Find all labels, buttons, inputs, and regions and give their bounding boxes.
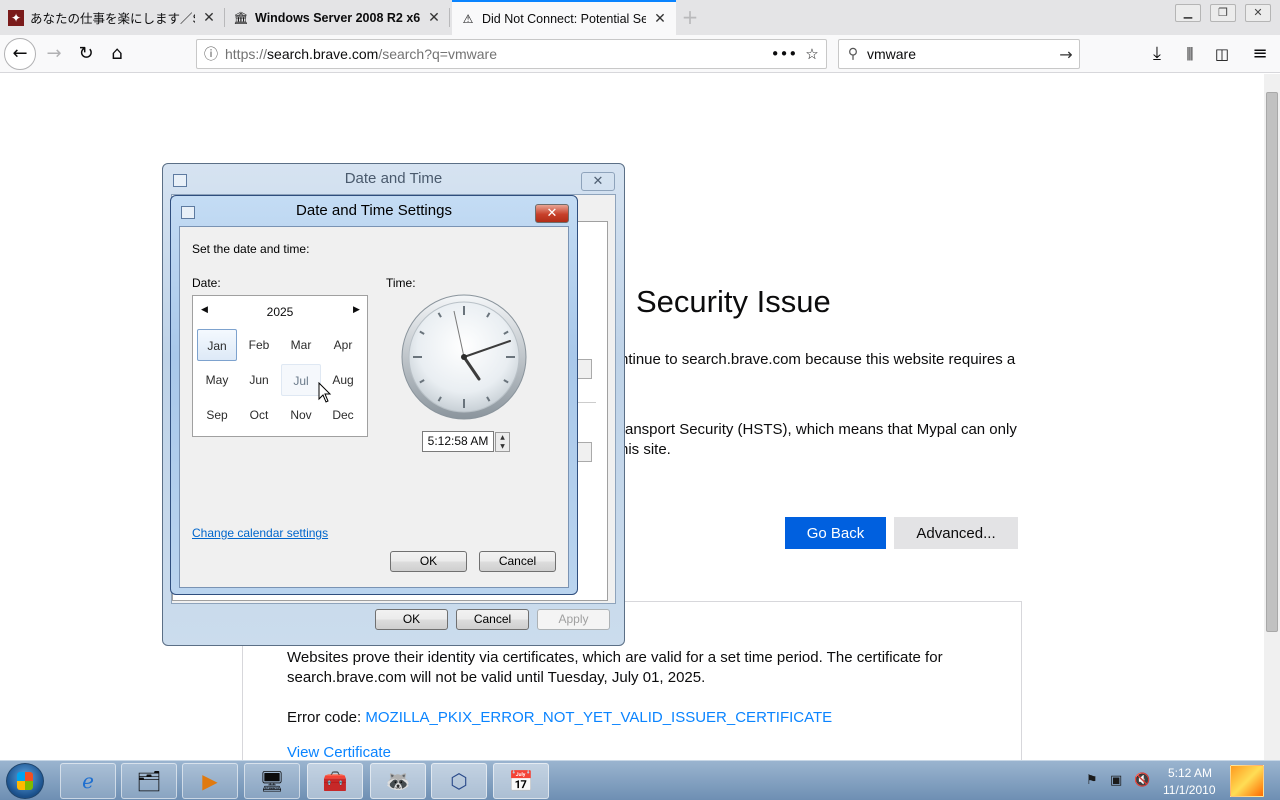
windows-explorer-icon[interactable]: 🗂 (121, 763, 177, 799)
certificate-explanation-line1: Websites prove their identity via certif… (287, 649, 943, 666)
server-manager-icon[interactable]: 🖥 (244, 763, 300, 799)
windows-logo-icon (17, 772, 33, 790)
close-icon[interactable]: ✕ (426, 10, 442, 26)
tab-japanese-site[interactable]: ✦ あなたの仕事を楽にします／S ✕ (0, 0, 225, 35)
bookmark-star-icon[interactable]: ☆ (798, 45, 826, 63)
archive-favicon-icon: 🏛 (233, 10, 249, 25)
error-code-link[interactable]: MOZILLA_PKIX_ERROR_NOT_YET_VALID_ISSUER_… (365, 709, 832, 726)
instruction-text: Set the date and time: (192, 242, 310, 256)
error-code-line: Error code: MOZILLA_PKIX_ERROR_NOT_YET_V… (287, 708, 832, 728)
close-icon[interactable]: ✕ (652, 11, 668, 27)
search-go-icon[interactable]: → (1053, 45, 1079, 64)
reload-icon[interactable]: ↻ (72, 40, 100, 68)
month-jul[interactable]: Jul (281, 364, 321, 396)
start-button[interactable] (6, 763, 44, 799)
month-nov[interactable]: Nov (281, 399, 321, 431)
raccoon-app-icon[interactable]: 🦝 (370, 763, 426, 799)
month-jan[interactable]: Jan (197, 329, 237, 361)
tab-title: Windows Server 2008 R2 x64.iso (255, 10, 420, 25)
network-icon[interactable]: ▣ (1110, 773, 1122, 788)
minimize-icon[interactable]: ▁ (1175, 4, 1201, 22)
outer-ok-button[interactable]: OK (375, 609, 448, 630)
url-bar[interactable]: ⓘ https://search.brave.com/search?q=vmwa… (196, 39, 827, 69)
close-icon[interactable]: ✕ (581, 172, 615, 191)
restore-icon[interactable]: ❐ (1210, 4, 1236, 22)
search-bar[interactable]: ⚲ vmware → (838, 39, 1080, 69)
month-sep[interactable]: Sep (197, 399, 237, 431)
close-icon[interactable]: ✕ (535, 204, 569, 223)
new-tab-icon[interactable]: + (678, 5, 702, 29)
month-may[interactable]: May (197, 364, 237, 396)
menu-icon[interactable]: ≡ (1246, 40, 1274, 68)
home-icon[interactable]: ⌂ (103, 40, 131, 68)
tab-did-not-connect[interactable]: ⚠ Did Not Connect: Potential Sec ✕ (452, 0, 676, 35)
month-oct[interactable]: Oct (239, 399, 279, 431)
date-label: Date: (192, 276, 221, 290)
analog-clock-icon (401, 294, 527, 420)
calendar-year[interactable]: 2025 (193, 305, 367, 319)
certificate-explanation-line2: search.brave.com will not be valid until… (287, 669, 706, 686)
tab-strip: ✦ あなたの仕事を楽にします／S ✕ 🏛 Windows Server 2008… (0, 0, 1280, 35)
outer-cancel-button[interactable]: Cancel (456, 609, 529, 630)
forward-icon[interactable]: → (40, 40, 68, 68)
hidden-button-edge (576, 442, 592, 462)
window-close-icon[interactable]: ✕ (1245, 4, 1271, 22)
info-icon[interactable]: ⓘ (197, 44, 225, 64)
toolbox-icon[interactable]: 🧰 (307, 763, 363, 799)
cancel-button[interactable]: Cancel (479, 551, 556, 572)
page-actions-icon[interactable]: ••• (770, 45, 798, 63)
go-back-button[interactable]: Go Back (785, 517, 886, 549)
month-mar[interactable]: Mar (281, 329, 321, 361)
dialog-title: Date and Time Settings (296, 202, 452, 219)
search-icon: ⚲ (847, 46, 859, 62)
warning-icon: ⚠ (462, 11, 474, 26)
show-desktop-button[interactable] (1230, 765, 1264, 797)
advanced-button[interactable]: Advanced... (894, 517, 1018, 549)
time-spinner[interactable]: ▲ ▼ (495, 432, 510, 452)
scrollbar-thumb[interactable] (1266, 92, 1278, 632)
library-icon[interactable]: ⫼ (1176, 40, 1204, 68)
month-feb[interactable]: Feb (239, 329, 279, 361)
search-input[interactable]: vmware (867, 46, 1053, 62)
apply-button[interactable]: Apply (537, 609, 610, 630)
month-jun[interactable]: Jun (239, 364, 279, 396)
downloads-icon[interactable]: ⤓ (1143, 40, 1171, 68)
taskbar: ℯ 🗂 ▶ 🖥 🧰 🦝 ⬡ 📅 ⚑ ▣ 🔇 5:12 AM 11/1/2010 (0, 760, 1280, 800)
tab-title: Did Not Connect: Potential Sec (482, 11, 646, 26)
internet-explorer-icon[interactable]: ℯ (60, 763, 116, 799)
error-code-label: Error code: (287, 709, 366, 726)
url-text[interactable]: https://search.brave.com/search?q=vmware (225, 46, 770, 62)
change-calendar-settings-link[interactable]: Change calendar settings (192, 526, 328, 540)
media-player-icon[interactable]: ▶ (182, 763, 238, 799)
ok-button[interactable]: OK (390, 551, 467, 572)
taskbar-clock-time[interactable]: 5:12 AM (1168, 766, 1212, 780)
close-icon[interactable]: ✕ (201, 10, 217, 26)
time-input[interactable]: 5:12:58 AM (422, 431, 494, 452)
tab-windows-iso[interactable]: 🏛 Windows Server 2008 R2 x64.iso ✕ (225, 0, 450, 35)
date-time-icon[interactable]: 📅 (493, 763, 549, 799)
dialog-title: Date and Time (344, 170, 443, 187)
divider (576, 402, 596, 403)
time-label: Time: (386, 276, 416, 290)
hidden-button-edge (576, 359, 592, 379)
hsts-description-line2: his site. (620, 441, 671, 458)
virtualbox-icon[interactable]: ⬡ (431, 763, 487, 799)
calendar-month-view[interactable]: ◀ 2025 ▶ Jan Feb Mar Apr May Jun Jul Aug… (192, 295, 368, 437)
mouse-cursor-icon (318, 382, 332, 403)
back-icon[interactable]: ← (4, 38, 36, 70)
bird-favicon-icon: ✦ (8, 9, 24, 26)
hsts-description-line1: ransport Security (HSTS), which means th… (620, 421, 1017, 438)
scrollbar[interactable] (1264, 74, 1280, 760)
taskbar-clock-date[interactable]: 11/1/2010 (1163, 783, 1216, 797)
next-year-icon[interactable]: ▶ (353, 305, 360, 315)
volume-muted-icon[interactable]: 🔇 (1134, 773, 1150, 788)
page-title: Security Issue (636, 284, 831, 319)
tab-title: あなたの仕事を楽にします／S (30, 12, 195, 26)
month-apr[interactable]: Apr (323, 329, 363, 361)
action-center-flag-icon[interactable]: ⚑ (1086, 773, 1098, 788)
sidebar-icon[interactable]: ◫ (1208, 40, 1236, 68)
navigation-toolbar: ← → ↻ ⌂ ⓘ https://search.brave.com/searc… (0, 35, 1280, 73)
error-description: ntinue to search.brave.com because this … (620, 351, 1016, 368)
